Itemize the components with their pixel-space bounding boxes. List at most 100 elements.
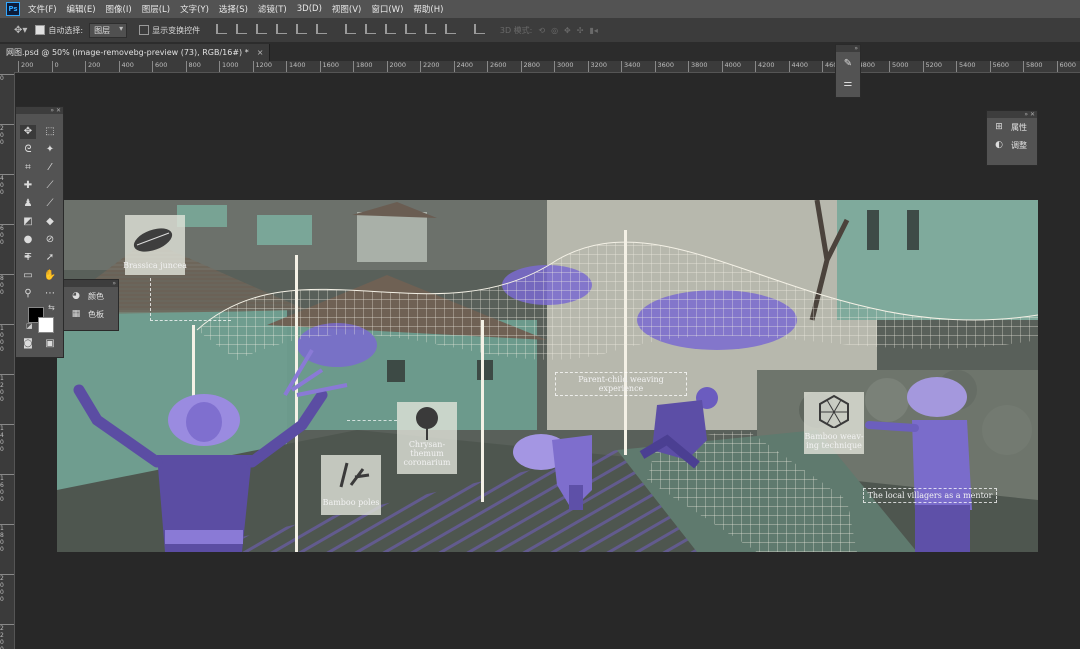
color-label: 颜色 bbox=[88, 291, 104, 301]
adjustments-icon: ◐ bbox=[995, 140, 1003, 150]
quick-mask-icon[interactable]: ◙ bbox=[20, 337, 36, 351]
ruler-v-tick: 1 0 0 0 bbox=[0, 324, 14, 353]
tools-panel-header[interactable]: » ✕ bbox=[16, 107, 63, 114]
3d-mode-label: 3D 模式: bbox=[499, 25, 533, 35]
menu-file[interactable]: 文件(F) bbox=[28, 3, 57, 15]
eyedropper-icon[interactable]: ⁄ bbox=[42, 161, 58, 175]
close-tab-icon[interactable]: × bbox=[257, 48, 264, 57]
menu-view[interactable]: 视图(V) bbox=[332, 3, 361, 15]
history-brush-icon[interactable]: ⟋ bbox=[42, 197, 58, 211]
menu-help[interactable]: 帮助(H) bbox=[413, 3, 443, 15]
blur-tool-icon[interactable]: ● bbox=[20, 233, 36, 247]
screen-mode-icon[interactable]: ▣ bbox=[42, 337, 58, 351]
ruler-v-tick: 1 4 0 0 bbox=[0, 424, 14, 453]
document-tab[interactable]: 网图.psd @ 50% (image-removebg-preview (73… bbox=[0, 44, 271, 61]
properties-tab[interactable]: ⊞ 属性 bbox=[987, 118, 1037, 136]
ruler-v-tick: 2 0 0 bbox=[0, 124, 14, 146]
clone-stamp-icon[interactable]: ♟ bbox=[20, 197, 36, 211]
ruler-h-tick: 4400 bbox=[788, 61, 808, 72]
paint-bucket-icon[interactable]: ◆ bbox=[42, 215, 58, 229]
swap-colors-icon[interactable]: ⇆ bbox=[48, 303, 55, 312]
3d-drag-icon[interactable]: ✥ bbox=[564, 26, 571, 35]
hand-tool-icon[interactable]: ✋ bbox=[42, 269, 58, 283]
ruler-v-tick: 8 0 0 bbox=[0, 274, 14, 296]
distribute-hcenter-icon[interactable] bbox=[424, 23, 436, 34]
auto-select-label: 自动选择: bbox=[48, 25, 84, 35]
healing-brush-icon[interactable]: ✚ bbox=[20, 179, 36, 193]
auto-select-checkbox[interactable] bbox=[35, 24, 48, 36]
rectangle-tool-icon[interactable]: ▭ bbox=[20, 269, 36, 283]
path-selection-icon[interactable]: ➚ bbox=[42, 251, 58, 265]
align-right-icon[interactable] bbox=[316, 23, 328, 34]
adjustments-tab[interactable]: ◐ 调整 bbox=[987, 136, 1037, 154]
properties-label: 属性 bbox=[1011, 122, 1027, 132]
brush-mini-panel: » ✎ ⚌ bbox=[835, 44, 861, 98]
3d-slide-icon[interactable]: ✣ bbox=[577, 26, 584, 35]
ruler-origin[interactable] bbox=[0, 61, 14, 72]
align-vcenter-icon[interactable] bbox=[236, 23, 248, 34]
checkbox-mark[interactable] bbox=[35, 24, 46, 35]
marquee-tool-icon[interactable]: ⬚ bbox=[42, 125, 58, 139]
align-icons-group bbox=[216, 23, 494, 37]
show-transform-checkbox[interactable] bbox=[139, 25, 150, 35]
brush-presets-icon[interactable]: ⚌ bbox=[840, 77, 856, 91]
ruler-h-tick: 1600 bbox=[319, 61, 339, 72]
menu-window[interactable]: 窗口(W) bbox=[371, 3, 403, 15]
chrysanthemum-caption: Chrysan- themum coronarium bbox=[403, 440, 451, 467]
dodge-tool-icon[interactable]: ⊘ bbox=[42, 233, 58, 247]
swatches-panel-tab[interactable]: ▦ 色板 bbox=[64, 305, 118, 323]
align-top-icon[interactable] bbox=[216, 23, 228, 34]
align-hcenter-icon[interactable] bbox=[296, 23, 308, 34]
align-bottom-icon[interactable] bbox=[256, 23, 268, 34]
menu-filter[interactable]: 滤镜(T) bbox=[258, 3, 287, 15]
move-tool-icon[interactable]: ✥▾ bbox=[14, 25, 27, 36]
ruler-v-tick: 6 0 0 bbox=[0, 224, 14, 246]
vertical-ruler[interactable]: 0 2 0 0 4 0 0 6 0 0 8 0 0 1 0 0 0 1 2 0 0 1 4 0… bbox=[0, 72, 15, 649]
3d-scale-icon[interactable]: ▮◂ bbox=[589, 26, 597, 35]
auto-select-target-dropdown[interactable]: 图层 bbox=[89, 22, 128, 38]
lasso-tool-icon[interactable]: ᘓ bbox=[20, 143, 36, 157]
background-color-swatch[interactable] bbox=[38, 317, 54, 333]
document-canvas[interactable]: Brassica juncea Bamboo poles Chrysan- th… bbox=[57, 200, 1038, 552]
color-panel-tab[interactable]: ◕ 颜色 bbox=[64, 287, 118, 305]
more-tools-icon[interactable]: ⋯ bbox=[42, 287, 58, 301]
menu-select[interactable]: 选择(S) bbox=[219, 3, 248, 15]
ruler-h-tick: 5600 bbox=[989, 61, 1009, 72]
chrysanthemum-plant-icon bbox=[416, 407, 438, 440]
crop-tool-icon[interactable]: ⌗ bbox=[20, 161, 36, 175]
distribute-vcenter-icon[interactable] bbox=[364, 23, 376, 34]
horizontal-ruler[interactable]: 200 0 200 400 600 800 1000 1200 1400 1600 1800 2000… bbox=[14, 61, 1080, 73]
ruler-h-tick: 1200 bbox=[252, 61, 272, 72]
ruler-v-tick: 4 0 0 bbox=[0, 174, 14, 196]
eraser-tool-icon[interactable]: ◩ bbox=[20, 215, 36, 229]
menu-edit[interactable]: 编辑(E) bbox=[67, 3, 96, 15]
move-tool-icon[interactable]: ✥ bbox=[20, 125, 36, 139]
default-colors-icon[interactable]: ◪ bbox=[26, 322, 33, 330]
properties-icon: ⊞ bbox=[995, 122, 1003, 132]
3d-roll-icon[interactable]: ◎ bbox=[551, 26, 558, 35]
align-left-icon[interactable] bbox=[276, 23, 288, 34]
zoom-tool-icon[interactable]: ⚲ bbox=[20, 287, 36, 301]
brush-tool-icon[interactable]: ⟋ bbox=[42, 179, 58, 193]
magic-wand-icon[interactable]: ✦ bbox=[42, 143, 58, 157]
distribute-right-icon[interactable] bbox=[444, 23, 456, 34]
color-panel-header[interactable]: » bbox=[64, 280, 118, 287]
ruler-h-tick: 2000 bbox=[386, 61, 406, 72]
ruler-h-tick: 3400 bbox=[621, 61, 641, 72]
3d-rotate-icon[interactable]: ⟲ bbox=[538, 26, 545, 35]
menu-layer[interactable]: 图层(L) bbox=[142, 3, 170, 15]
ruler-h-tick: 4200 bbox=[755, 61, 775, 72]
menu-3d[interactable]: 3D(D) bbox=[297, 4, 322, 14]
distribute-bottom-icon[interactable] bbox=[384, 23, 396, 34]
distribute-top-icon[interactable] bbox=[344, 23, 356, 34]
type-tool-icon[interactable]: T bbox=[20, 251, 36, 265]
ruler-h-tick: 5000 bbox=[889, 61, 909, 72]
parent-child-caption: Parent-child weaving experience bbox=[555, 372, 687, 396]
brush-settings-icon[interactable]: ✎ bbox=[840, 57, 856, 71]
properties-panel-header[interactable]: » ✕ bbox=[987, 111, 1037, 118]
menu-type[interactable]: 文字(Y) bbox=[180, 3, 209, 15]
menu-image[interactable]: 图像(I) bbox=[106, 3, 132, 15]
brush-panel-header[interactable]: » bbox=[836, 45, 860, 52]
auto-align-icon[interactable] bbox=[473, 23, 485, 34]
distribute-left-icon[interactable] bbox=[404, 23, 416, 34]
